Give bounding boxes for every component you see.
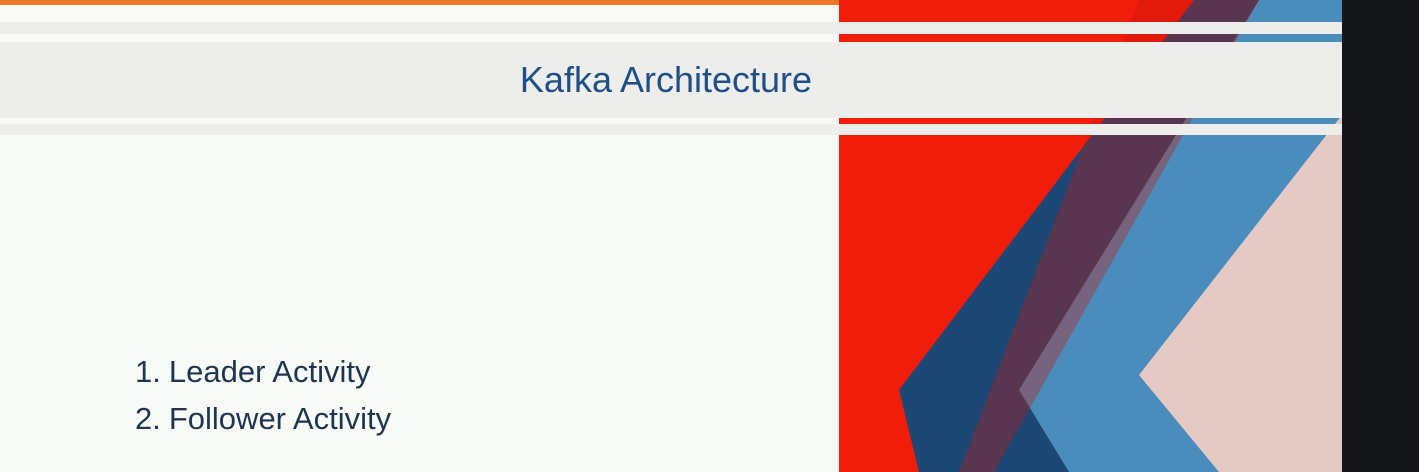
- list-item: 1. Leader Activity: [135, 348, 391, 395]
- presentation-slide: Kafka Architecture 1. Leader Activity 2. F…: [0, 0, 1342, 472]
- list-item-number: 2.: [135, 401, 161, 436]
- header-stripe-top: [0, 22, 1342, 34]
- header-stripe-bottom: [0, 124, 1342, 135]
- list-item: 2. Follower Activity: [135, 395, 391, 442]
- dark-side-panel: [1342, 0, 1419, 472]
- list-item-text: Follower Activity: [168, 401, 392, 436]
- list-item-number: 1.: [135, 354, 161, 389]
- bullet-list: 1. Leader Activity 2. Follower Activity: [135, 348, 391, 442]
- top-accent-bar: [0, 0, 839, 5]
- slide-title: Kafka Architecture: [519, 59, 813, 100]
- list-item-text: Leader Activity: [168, 354, 371, 389]
